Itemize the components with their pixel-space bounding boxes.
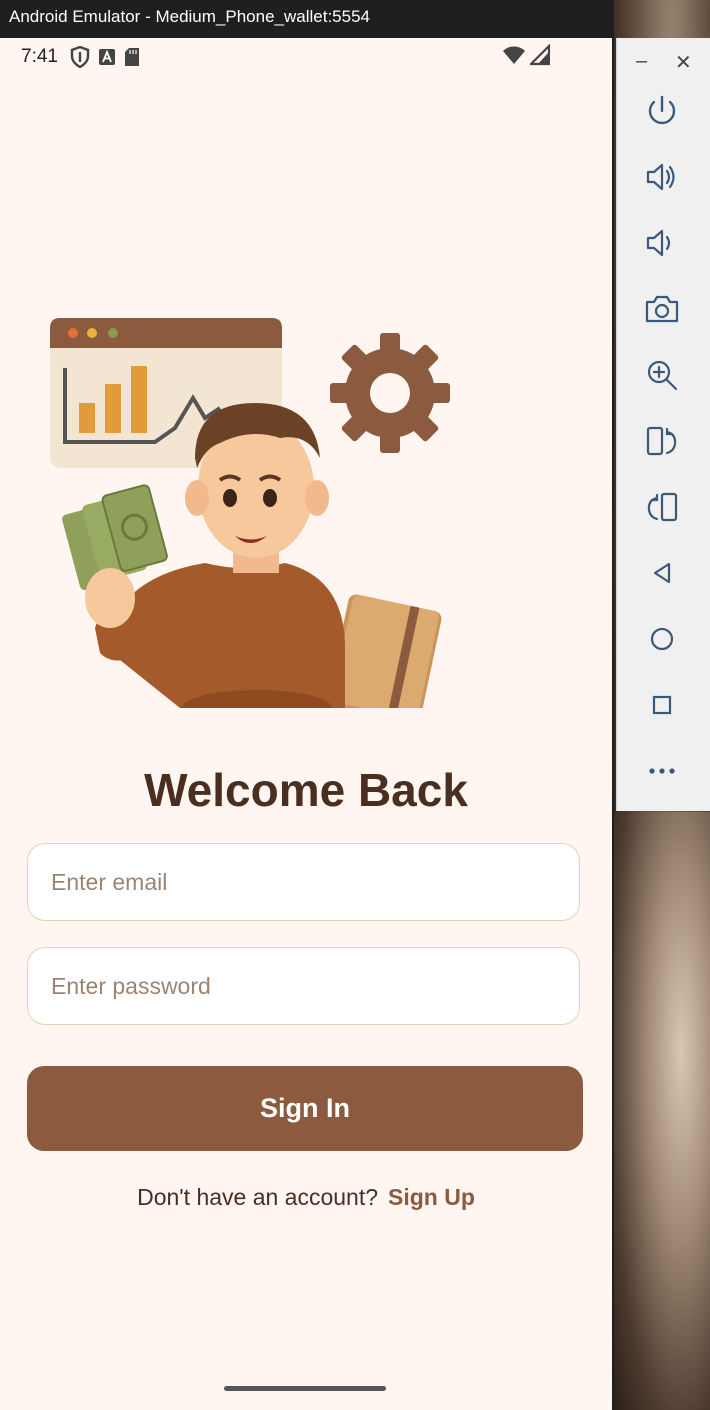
phone-frame-edge xyxy=(612,38,614,1410)
emulator-title-bar: Android Emulator - Medium_Phone_wallet:5… xyxy=(0,0,614,38)
camera-icon xyxy=(645,295,679,323)
zoom-button[interactable] xyxy=(643,356,681,394)
sd-card-icon xyxy=(125,48,139,66)
gesture-home-bar[interactable] xyxy=(224,1386,386,1391)
minimize-button[interactable]: – xyxy=(636,50,647,73)
zoom-icon xyxy=(647,360,678,391)
signup-row: Don't have an account? Sign Up xyxy=(0,1184,612,1211)
status-right-icons xyxy=(502,44,550,66)
rotate-right-icon xyxy=(647,492,678,522)
power-button[interactable] xyxy=(643,92,681,130)
status-bar: 7:41 xyxy=(0,38,612,76)
back-button[interactable] xyxy=(643,554,681,592)
sign-up-link[interactable]: Sign Up xyxy=(388,1184,475,1210)
status-time: 7:41 xyxy=(21,46,58,67)
welcome-heading: Welcome Back xyxy=(144,764,468,816)
screenshot-button[interactable] xyxy=(643,290,681,328)
more-button[interactable] xyxy=(643,752,681,790)
desktop-background-lower xyxy=(614,812,710,1410)
wifi-icon xyxy=(503,46,525,64)
back-icon xyxy=(653,562,671,584)
home-icon xyxy=(650,627,674,651)
gear-graphic xyxy=(330,333,450,453)
rotate-right-button[interactable] xyxy=(643,488,681,526)
status-left-icons xyxy=(70,46,140,68)
finance-illustration xyxy=(50,318,450,708)
shield-icon xyxy=(70,46,90,68)
overview-button[interactable] xyxy=(643,686,681,724)
volume-down-icon xyxy=(646,229,671,257)
password-input[interactable] xyxy=(28,948,579,1024)
volume-down-button[interactable] xyxy=(643,224,681,262)
volume-up-icon xyxy=(646,163,675,191)
close-button[interactable]: ✕ xyxy=(675,50,692,75)
volume-up-button[interactable] xyxy=(643,158,681,196)
home-button[interactable] xyxy=(643,620,681,658)
signup-prompt: Don't have an account? xyxy=(137,1184,379,1210)
password-field-container xyxy=(27,947,580,1025)
more-icon xyxy=(649,768,675,774)
email-field-container xyxy=(27,843,580,921)
keyboard-a-icon xyxy=(99,49,115,65)
rotate-left-icon xyxy=(646,426,677,456)
email-input[interactable] xyxy=(28,844,579,920)
phone-screen: 7:41 Welcome Back Enter email Sign In Do… xyxy=(0,38,612,1410)
power-icon xyxy=(648,95,676,125)
rotate-left-button[interactable] xyxy=(643,422,681,460)
overview-icon xyxy=(652,695,672,715)
cell-signal-icon xyxy=(530,44,550,66)
window-title: Android Emulator - Medium_Phone_wallet:5… xyxy=(9,7,370,26)
sign-in-button[interactable]: Sign In xyxy=(27,1066,583,1151)
